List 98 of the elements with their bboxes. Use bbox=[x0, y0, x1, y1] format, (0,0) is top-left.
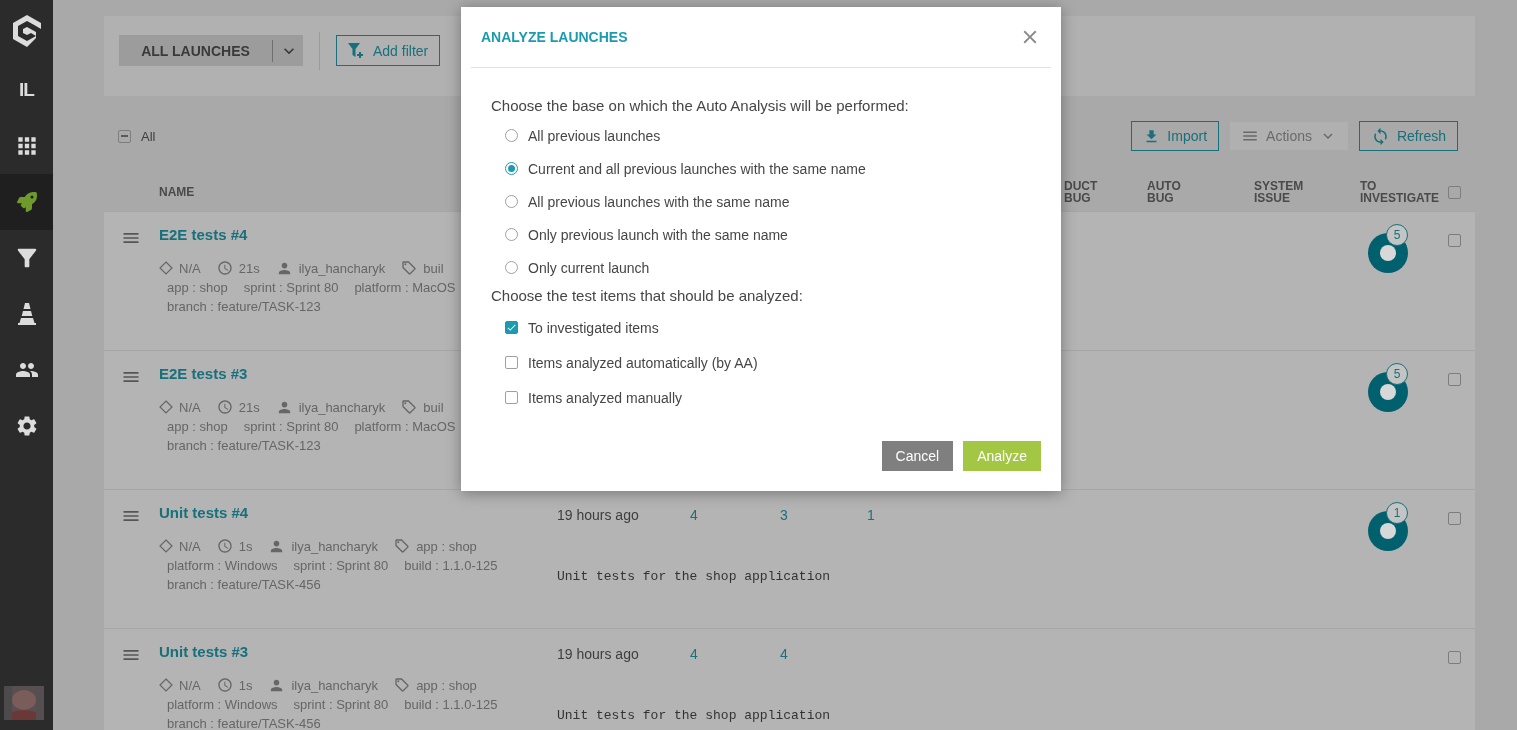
diamond-icon bbox=[159, 261, 173, 275]
attribute-tag[interactable]: sprint : Sprint 80 bbox=[243, 417, 339, 436]
logo-icon[interactable] bbox=[11, 14, 42, 48]
project-label[interactable]: IL bbox=[19, 79, 34, 101]
refresh-button[interactable]: Refresh bbox=[1358, 121, 1458, 151]
checkbox[interactable] bbox=[505, 356, 518, 369]
add-filter-button[interactable]: Add filter bbox=[336, 35, 441, 66]
launch-name-link[interactable]: Unit tests #4 bbox=[159, 503, 249, 523]
filter-plus-icon bbox=[348, 42, 366, 59]
items-prompt: Choose the test items that should be analyzed: bbox=[491, 286, 804, 306]
dialog-title: ANALYZE LAUNCHES bbox=[481, 29, 628, 45]
tag-icon bbox=[401, 399, 418, 415]
column-header: TO INVESTIGATE bbox=[1360, 180, 1440, 204]
minus-icon bbox=[121, 135, 128, 137]
diamond-icon bbox=[159, 400, 173, 414]
launch-filter-select[interactable]: ALL LAUNCHES bbox=[119, 35, 303, 66]
owner-text: ilya_hancharyk bbox=[298, 260, 386, 276]
base-prompt: Choose the base on which the Auto Analysis will be performed: bbox=[491, 96, 910, 116]
radio-option[interactable]: All previous launches with the same name bbox=[491, 185, 790, 218]
tag-icon bbox=[394, 538, 411, 554]
launch-description: Unit tests for the shop application bbox=[557, 708, 832, 723]
launch-name-link[interactable]: E2E tests #3 bbox=[159, 364, 248, 384]
count-badge[interactable]: 5 bbox=[1386, 363, 1408, 385]
clock-icon bbox=[216, 538, 233, 554]
attribute-tag[interactable]: branch : feature/TASK-456 bbox=[167, 714, 321, 730]
row-checkbox[interactable] bbox=[1448, 512, 1461, 525]
column-header: SYSTEM ISSUE bbox=[1254, 180, 1304, 204]
owner-text: ilya_hancharyk bbox=[291, 538, 379, 554]
select-all-checkbox[interactable] bbox=[118, 129, 131, 143]
launch-name-link[interactable]: E2E tests #4 bbox=[159, 225, 248, 245]
row-checkbox[interactable] bbox=[1448, 651, 1461, 664]
attribute-tag[interactable]: buil bbox=[423, 399, 444, 415]
row-checkbox[interactable] bbox=[1448, 234, 1461, 247]
radio-option[interactable]: Only previous launch with the same name bbox=[491, 218, 788, 251]
status-text: N/A bbox=[179, 399, 201, 415]
header-checkbox[interactable] bbox=[1448, 185, 1461, 199]
duration-text: 1s bbox=[238, 677, 253, 693]
radio-option[interactable]: All previous launches bbox=[491, 119, 661, 152]
attribute-tag[interactable]: branch : feature/TASK-456 bbox=[167, 575, 321, 594]
count-badge[interactable]: 1 bbox=[1386, 502, 1408, 524]
import-button[interactable]: Import bbox=[1131, 121, 1220, 151]
attribute-tag[interactable]: platform : Windows bbox=[167, 695, 278, 714]
column-header: NAME bbox=[159, 186, 196, 198]
passed-count-link[interactable]: 3 bbox=[780, 507, 788, 523]
diamond-icon bbox=[159, 678, 173, 692]
status-text: N/A bbox=[179, 677, 201, 693]
owner-text: ilya_hancharyk bbox=[291, 677, 379, 693]
checkbox-option[interactable]: Items analyzed automatically (by AA) bbox=[491, 345, 758, 380]
clock-icon bbox=[216, 260, 233, 276]
owner-text: ilya_hancharyk bbox=[298, 399, 386, 415]
count-badge[interactable]: 5 bbox=[1386, 224, 1408, 246]
checkbox[interactable] bbox=[505, 391, 518, 404]
total-count-link[interactable]: 4 bbox=[690, 646, 698, 662]
attribute-tag[interactable]: sprint : Sprint 80 bbox=[293, 556, 389, 575]
launch-description: Unit tests for the shop application bbox=[557, 569, 832, 584]
clock-icon bbox=[216, 399, 233, 415]
attribute-tag[interactable]: sprint : Sprint 80 bbox=[243, 278, 339, 297]
tag-icon bbox=[401, 260, 418, 276]
attribute-tag[interactable]: sprint : Sprint 80 bbox=[293, 695, 389, 714]
column-header: AUTO BUG bbox=[1147, 180, 1181, 204]
checkbox[interactable] bbox=[505, 321, 518, 334]
duration-text: 1s bbox=[238, 538, 253, 554]
attribute-tag[interactable]: app : shop bbox=[416, 677, 477, 693]
select-all-label: All bbox=[141, 128, 156, 144]
attribute-tag[interactable]: build : 1.1.0-125 bbox=[404, 695, 498, 714]
attribute-tag[interactable]: platform : MacOS bbox=[354, 278, 456, 297]
column-header: DUCT BUG bbox=[1063, 180, 1098, 204]
attribute-tag[interactable]: branch : feature/TASK-123 bbox=[167, 297, 321, 316]
checkbox-option[interactable]: Items analyzed manually bbox=[491, 380, 683, 415]
start-time-text: 19 hours ago bbox=[557, 507, 640, 523]
attribute-tag[interactable]: app : shop bbox=[167, 417, 228, 436]
failed-count-link[interactable]: 1 bbox=[867, 507, 875, 523]
status-text: N/A bbox=[179, 538, 201, 554]
passed-count-link[interactable]: 4 bbox=[780, 646, 788, 662]
rocket-icon[interactable] bbox=[16, 192, 37, 212]
attribute-tag[interactable]: app : shop bbox=[416, 538, 477, 554]
radio-option[interactable]: Current and all previous launches with the same name bbox=[491, 152, 866, 185]
duration-text: 21s bbox=[238, 399, 260, 415]
launch-name-link[interactable]: Unit tests #3 bbox=[159, 642, 249, 662]
attribute-tag[interactable]: buil bbox=[423, 260, 444, 276]
cancel-button[interactable]: Cancel bbox=[881, 441, 954, 471]
diamond-icon bbox=[159, 539, 173, 553]
attribute-tag[interactable]: platform : MacOS bbox=[354, 417, 456, 436]
clock-icon bbox=[216, 677, 233, 693]
analyze-button[interactable]: Analyze bbox=[963, 441, 1041, 471]
tag-icon bbox=[394, 677, 411, 693]
attribute-tag[interactable]: build : 1.1.0-125 bbox=[404, 556, 498, 575]
attribute-tag[interactable]: app : shop bbox=[167, 278, 228, 297]
radio-option[interactable]: Only current launch bbox=[491, 251, 650, 284]
row-checkbox[interactable] bbox=[1448, 373, 1461, 386]
duration-text: 21s bbox=[238, 260, 260, 276]
attribute-tag[interactable]: branch : feature/TASK-123 bbox=[167, 436, 321, 455]
start-time-text: 19 hours ago bbox=[557, 646, 640, 662]
total-count-link[interactable]: 4 bbox=[690, 507, 698, 523]
status-text: N/A bbox=[179, 260, 201, 276]
cone-icon[interactable] bbox=[16, 303, 37, 325]
checkbox-option[interactable]: To investigated items bbox=[491, 310, 659, 345]
attribute-tag[interactable]: platform : Windows bbox=[167, 556, 278, 575]
